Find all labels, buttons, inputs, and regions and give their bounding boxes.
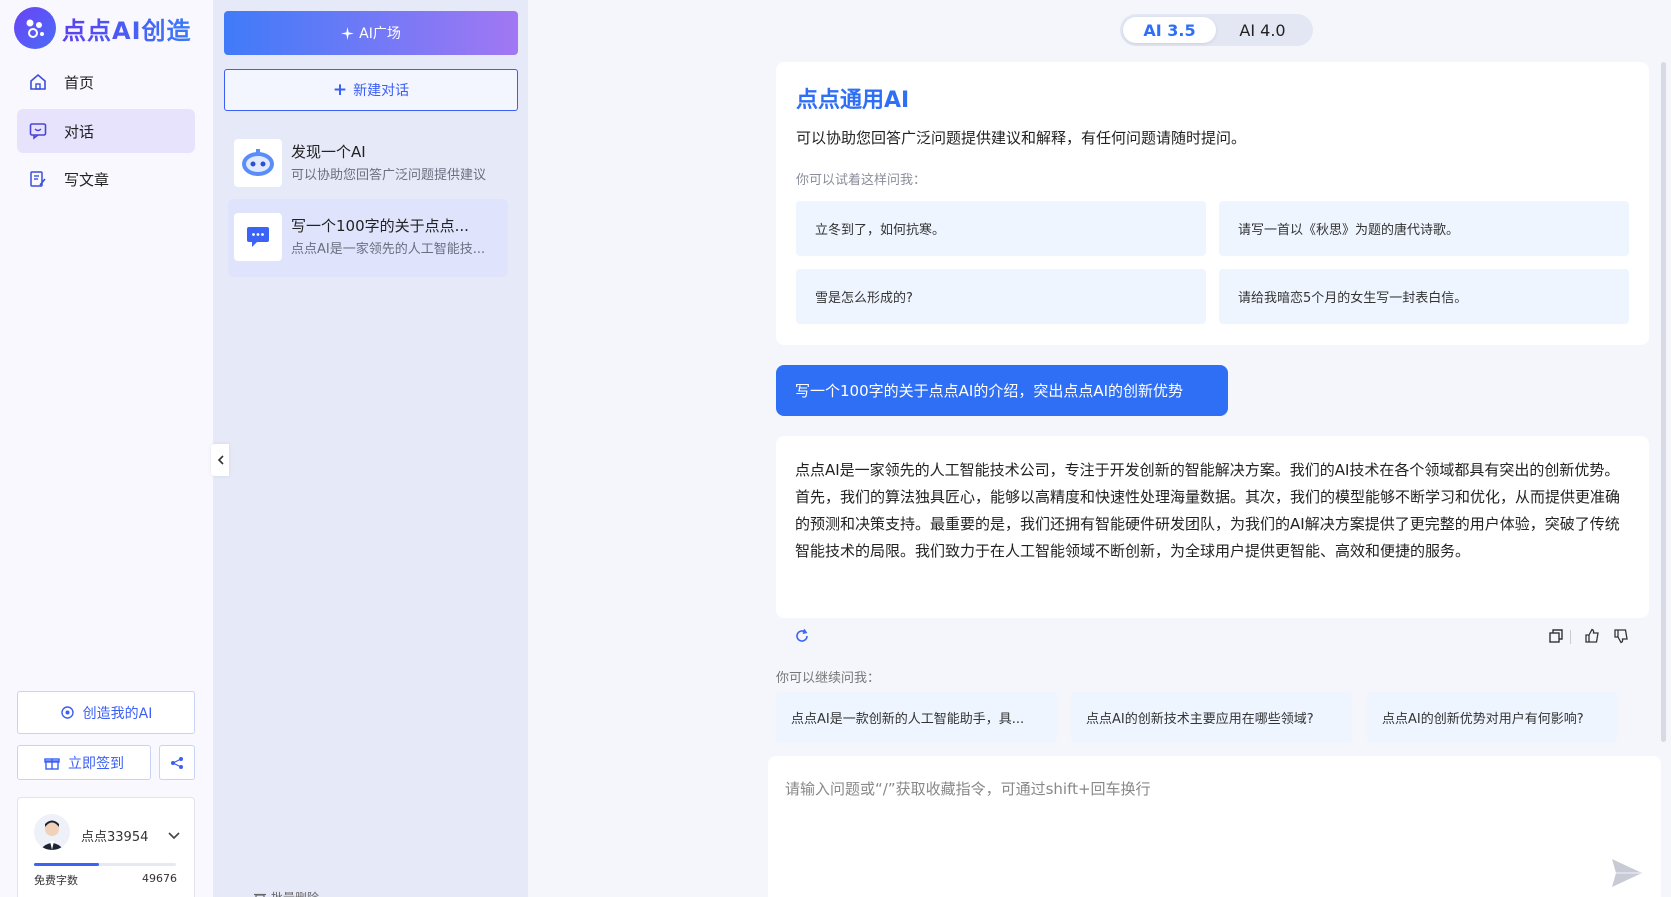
follow-up-question[interactable]: 点点AI是一款创新的人工智能助手，具...	[776, 692, 1057, 743]
checkin-label: 立即签到	[68, 755, 124, 772]
share-button[interactable]	[159, 745, 195, 780]
suggested-question[interactable]: 请写一首以《秋思》为题的唐代诗歌。	[1219, 201, 1629, 256]
send-button[interactable]	[1611, 858, 1643, 888]
brand-name: 点点AI创造	[62, 11, 192, 46]
trash-icon	[254, 892, 266, 897]
conversation-title: 写一个100字的关于点点...	[291, 217, 469, 235]
dislike-button[interactable]	[1613, 628, 1629, 644]
nav-item-home[interactable]: 首页	[17, 60, 195, 104]
ai-square-button[interactable]: AI广场	[224, 11, 518, 55]
conversation-preview: 可以协助您回答广泛问题提供建议	[291, 168, 487, 183]
username: 点点33954	[81, 830, 149, 845]
model-version-toggle[interactable]: AI 3.5 AI 4.0	[1120, 14, 1313, 46]
conversation-item[interactable]: 写一个100字的关于点点... 点点AI是一家领先的人工智能技...	[228, 199, 508, 277]
nav-item-label: 写文章	[64, 170, 110, 189]
suggestion-hint: 你可以试着这样问我：	[796, 173, 927, 188]
follow-up-question[interactable]: 点点AI的创新技术主要应用在哪些领域?	[1071, 692, 1352, 743]
collapse-sidebar-button[interactable]	[211, 444, 229, 476]
suggested-question[interactable]: 请给我暗恋5个月的女生写一封表白信。	[1219, 269, 1629, 324]
thumbs-down-icon	[1613, 628, 1629, 644]
quota-label: 免费字数	[34, 874, 78, 887]
regenerate-button[interactable]	[794, 628, 810, 644]
chat-icon	[29, 121, 49, 141]
brand-logo[interactable]: 点点AI创造	[14, 7, 192, 49]
assistant-message: 点点AI是一家领先的人工智能技术公司，专注于开发创新的智能解决方案。我们的AI技…	[776, 436, 1649, 618]
sparkle-icon	[341, 26, 355, 40]
follow-up-question[interactable]: 点点AI的创新优势对用户有何影响?	[1367, 692, 1617, 743]
create-my-ai-label: 创造我的AI	[82, 705, 153, 722]
conversation-item[interactable]: 发现一个AI 可以协助您回答广泛问题提供建议	[228, 125, 508, 203]
nav-item-write-article[interactable]: 写文章	[17, 157, 195, 201]
like-button[interactable]	[1584, 628, 1600, 644]
new-chat-button[interactable]: + 新建对话	[224, 69, 518, 111]
robot-icon	[234, 139, 282, 187]
checkin-button[interactable]: 立即签到	[17, 745, 151, 780]
ai-square-label: AI广场	[359, 26, 401, 42]
send-icon	[1611, 858, 1643, 888]
left-nav: 点点AI创造 首页 对话 写文章 创造我的AI 立即签到 点点33954 免费字…	[0, 0, 213, 897]
user-card[interactable]: 点点33954 免费字数 49676	[17, 797, 195, 897]
message-composer	[768, 756, 1661, 897]
copy-button[interactable]	[1548, 628, 1564, 644]
copy-icon	[1548, 628, 1564, 644]
home-icon	[29, 72, 49, 92]
user-message: 写一个100字的关于点点AI的介绍，突出点点AI的创新优势	[776, 365, 1228, 416]
new-chat-label: 新建对话	[353, 83, 410, 99]
gift-icon	[44, 755, 60, 771]
assistant-description: 可以协助您回答广泛问题提供建议和解释，有任何问题请随时提问。	[796, 129, 1247, 147]
logo-icon	[14, 7, 56, 49]
conversation-title: 发现一个AI	[291, 143, 366, 161]
edit-document-icon	[29, 169, 49, 189]
follow-up-hint: 你可以继续问我：	[776, 671, 881, 686]
bulk-delete-button[interactable]: 批量删除	[254, 889, 319, 897]
assistant-intro-card: 点点通用AI 可以协助您回答广泛问题提供建议和解释，有任何问题请随时提问。 你可…	[776, 62, 1649, 345]
create-my-ai-button[interactable]: 创造我的AI	[17, 691, 195, 734]
action-divider	[1570, 630, 1571, 644]
quota-progress-bar	[34, 863, 176, 866]
suggested-question[interactable]: 立冬到了，如何抗寒。	[796, 201, 1206, 256]
plus-icon: +	[332, 79, 348, 100]
share-icon	[170, 756, 184, 770]
conversation-list-panel: AI广场 + 新建对话 发现一个AI 可以协助您回答广泛问题提供建议 写一个10…	[213, 0, 528, 897]
message-bubble-icon	[234, 213, 282, 261]
assistant-title: 点点通用AI	[796, 88, 910, 113]
nav-item-chat[interactable]: 对话	[17, 109, 195, 153]
suggested-question[interactable]: 雪是怎么形成的?	[796, 269, 1206, 324]
chevron-down-icon[interactable]	[168, 828, 180, 844]
version-option-3-5[interactable]: AI 3.5	[1123, 17, 1216, 43]
chevron-left-icon	[217, 455, 224, 465]
quota-value: 49676	[142, 872, 177, 885]
avatar	[34, 814, 70, 850]
thumbs-up-icon	[1584, 628, 1600, 644]
version-option-4-0[interactable]: AI 4.0	[1216, 17, 1309, 43]
message-input[interactable]	[785, 778, 1625, 848]
nav-item-label: 首页	[64, 73, 95, 92]
refresh-icon	[794, 628, 810, 644]
bulk-delete-label: 批量删除	[271, 889, 319, 897]
sparkle-gear-icon	[60, 705, 75, 720]
nav-item-label: 对话	[64, 122, 95, 141]
chat-scrollbar[interactable]	[1661, 62, 1666, 742]
conversation-preview: 点点AI是一家领先的人工智能技...	[291, 242, 486, 257]
